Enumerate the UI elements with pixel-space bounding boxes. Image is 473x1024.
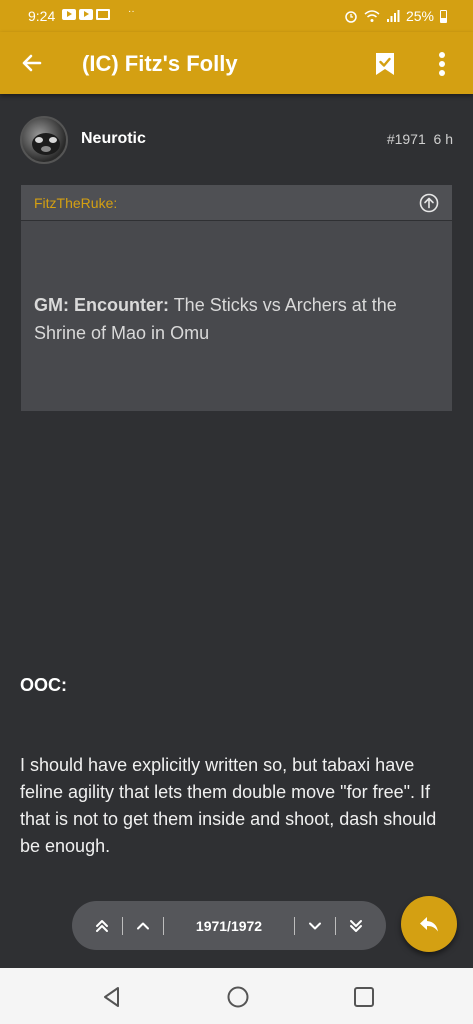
mail-icon (96, 9, 110, 20)
post-age: 6 h (433, 131, 453, 147)
quote-block: FitzTheRuke: GM: Encounter: The Sticks v… (21, 185, 452, 411)
double-chevron-down-icon (350, 919, 362, 932)
ooc-label: OOC: (20, 675, 67, 695)
battery-icon (440, 9, 447, 23)
system-icons: 25% (344, 8, 447, 24)
last-page-button[interactable] (336, 901, 376, 950)
jump-to-quote-icon[interactable] (419, 193, 439, 213)
signal-icon (386, 10, 400, 22)
youtube-icon (62, 9, 76, 20)
more-vert-icon[interactable] (430, 50, 454, 78)
youtube-icon (79, 9, 93, 20)
first-page-button[interactable] (82, 901, 122, 950)
system-nav-bar (0, 968, 473, 1024)
bookmark-icon[interactable] (374, 52, 396, 76)
avatar-image-icon (32, 133, 60, 155)
page-indicator[interactable]: 1971/1972 (164, 918, 294, 934)
notification-icons (62, 9, 110, 20)
battery-percent: 25% (405, 8, 434, 24)
nav-back-icon[interactable] (100, 985, 124, 1009)
post-author[interactable]: Neurotic (81, 130, 146, 148)
alarm-icon (345, 11, 357, 23)
quote-text: GM: Encounter: The Sticks vs Archers at … (34, 291, 444, 347)
overflow-dots: ·· (128, 6, 135, 17)
avatar[interactable] (20, 116, 68, 164)
status-time: 9:24 (28, 8, 56, 24)
prev-page-button[interactable] (123, 901, 163, 950)
quote-author[interactable]: FitzTheRuke: (34, 195, 117, 211)
status-bar: 9:24 ·· 25% (0, 0, 473, 32)
reply-button[interactable] (401, 896, 457, 952)
wifi-icon (364, 10, 380, 22)
page-title: (IC) Fitz's Folly (82, 51, 238, 76)
back-arrow-icon[interactable] (18, 49, 46, 77)
chevron-down-icon (309, 922, 321, 929)
post-header: Neurotic #1971 6 h (20, 116, 453, 166)
quote-header: FitzTheRuke: (21, 185, 452, 221)
post-body: I should have explicitly written so, but… (20, 755, 437, 856)
pagination-bar: 1971/1972 (72, 901, 386, 950)
nav-recent-apps-icon[interactable] (352, 985, 376, 1009)
reply-icon (420, 917, 438, 932)
quote-label: GM: Encounter: (34, 295, 169, 315)
post-meta: #1971 6 h (387, 131, 453, 147)
next-page-button[interactable] (295, 901, 335, 950)
chevron-up-icon (137, 922, 149, 929)
post-number[interactable]: #1971 (387, 131, 426, 147)
nav-home-icon[interactable] (226, 985, 250, 1009)
app-bar: (IC) Fitz's Folly (0, 32, 473, 94)
double-chevron-up-icon (96, 919, 108, 932)
